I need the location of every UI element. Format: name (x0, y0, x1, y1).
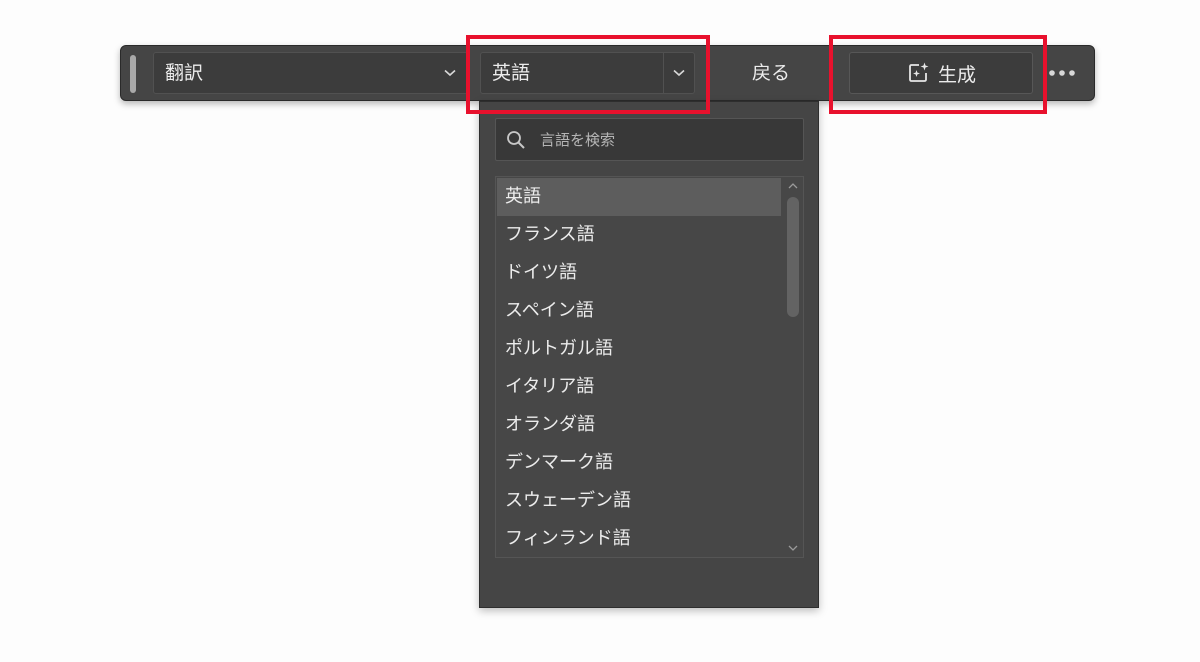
language-search-input[interactable] (540, 119, 790, 160)
list-item[interactable]: フィンランド語 (497, 520, 781, 557)
list-item[interactable]: スウェーデン語 (497, 482, 781, 520)
list-item[interactable]: フランス語 (497, 216, 781, 254)
language-search-box (495, 118, 804, 161)
highlight-box-language (466, 35, 710, 114)
list-item[interactable]: ドイツ語 (497, 254, 781, 292)
list-item[interactable]: 英語 (497, 178, 781, 216)
scroll-down-icon[interactable] (782, 539, 803, 557)
drag-handle[interactable] (130, 55, 136, 93)
scroll-up-icon[interactable] (782, 177, 803, 195)
language-list: 英語 フランス語 ドイツ語 スペイン語 ポルトガル語 イタリア語 オランダ語 デ… (495, 176, 804, 558)
list-item[interactable]: オランダ語 (497, 406, 781, 444)
list-item[interactable]: ポルトガル語 (497, 330, 781, 368)
screen: 翻訳 英語 戻る 生成 言語を検索 英語 フランス語 ドイツ語 スペイン語 ポル… (0, 0, 1200, 662)
list-item[interactable]: スペイン語 (497, 292, 781, 330)
language-list-popup: 英語 フランス語 ドイツ語 スペイン語 ポルトガル語 イタリア語 オランダ語 デ… (479, 101, 819, 608)
more-horizontal-icon (1049, 70, 1075, 76)
list-item[interactable]: デンマーク語 (497, 444, 781, 482)
search-icon (507, 131, 525, 149)
list-item[interactable]: イタリア語 (497, 368, 781, 406)
mode-dropdown[interactable]: 翻訳 (153, 52, 468, 94)
scroll-thumb[interactable] (787, 197, 799, 317)
chevron-down-icon (435, 53, 465, 93)
highlight-box-generate (829, 35, 1047, 114)
more-options-button[interactable] (1047, 60, 1077, 86)
mode-dropdown-label: 翻訳 (165, 62, 204, 84)
back-button[interactable]: 戻る (731, 52, 811, 94)
list-scrollbar[interactable] (782, 177, 803, 557)
